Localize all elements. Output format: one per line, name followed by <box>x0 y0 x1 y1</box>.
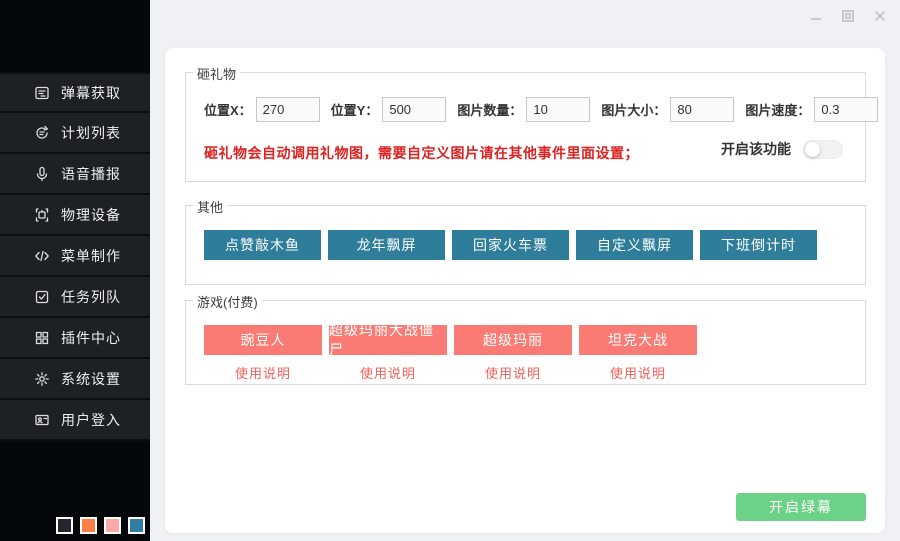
off-work-countdown-button[interactable]: 下班倒计时 <box>700 230 817 260</box>
danmaku-panel-icon <box>33 84 51 102</box>
gift-note-text: 砸礼物会自动调用礼物图，需要自定义图片请在其他事件里面设置； <box>204 143 639 163</box>
image-speed-label: 图片速度： <box>745 100 810 119</box>
theme-swatch-pink[interactable] <box>104 517 121 534</box>
image-count-field: 图片数量： <box>457 97 590 122</box>
main-area: 砸礼物 位置X： 位置Y： 图片数量： 图片大小： <box>150 0 900 541</box>
sidebar-item-label: 弹幕获取 <box>61 83 121 103</box>
green-screen-button[interactable]: 开启绿幕 <box>736 493 866 521</box>
window-controls <box>808 8 888 24</box>
sidebar-item-user-login[interactable]: 用户登入 <box>0 400 150 441</box>
task-checkbox-icon <box>33 288 51 306</box>
sidebar-item-plan-list[interactable]: 计划列表 <box>0 113 150 154</box>
image-size-field: 图片大小： <box>601 97 734 122</box>
sidebar-item-label: 任务列队 <box>61 287 121 307</box>
other-group: 其他 点赞敲木鱼 龙年飘屏 回家火车票 自定义飘屏 下班倒计时 <box>185 205 866 285</box>
theme-color-palette <box>56 517 145 534</box>
usage-help-link[interactable]: 使用说明 <box>360 363 416 382</box>
image-count-label: 图片数量： <box>457 100 522 119</box>
sidebar-menu: 弹幕获取 计划列表 语音播报 物理设备 菜单制作 <box>0 72 150 441</box>
games-buttons-row: 豌豆人 使用说明 超级玛丽大战僵尸 使用说明 超级玛丽 使用说明 坦克大战 使用… <box>204 325 704 382</box>
toggle-knob <box>805 142 820 157</box>
sidebar-item-label: 用户登入 <box>61 410 121 430</box>
usage-help-link[interactable]: 使用说明 <box>610 363 666 382</box>
position-y-field: 位置Y： <box>331 97 447 122</box>
image-count-input[interactable] <box>526 97 590 122</box>
enable-feature-row: 开启该功能 <box>721 139 843 159</box>
theme-swatch-dark[interactable] <box>56 517 73 534</box>
sidebar-item-label: 物理设备 <box>61 205 121 225</box>
position-y-label: 位置Y： <box>331 100 379 119</box>
sidebar-item-task-queue[interactable]: 任务列队 <box>0 277 150 318</box>
close-button[interactable] <box>872 8 888 24</box>
device-icon <box>33 206 51 224</box>
super-mario-game-button[interactable]: 超级玛丽 <box>454 325 572 355</box>
microphone-icon <box>33 165 51 183</box>
maximize-button[interactable] <box>840 8 856 24</box>
sidebar-item-voice-broadcast[interactable]: 语音播报 <box>0 154 150 195</box>
group-legend: 砸礼物 <box>193 64 240 83</box>
image-speed-input[interactable] <box>814 97 878 122</box>
mario-vs-zombies-game-button[interactable]: 超级玛丽大战僵尸 <box>329 325 447 355</box>
image-size-label: 图片大小： <box>601 100 666 119</box>
gear-icon <box>33 370 51 388</box>
gift-settings-row: 位置X： 位置Y： 图片数量： 图片大小： 图片速度： <box>204 97 855 122</box>
image-speed-field: 图片速度： <box>745 97 878 122</box>
usage-help-link[interactable]: 使用说明 <box>235 363 291 382</box>
dragon-year-float-button[interactable]: 龙年飘屏 <box>328 230 445 260</box>
theme-swatch-orange[interactable] <box>80 517 97 534</box>
position-x-field: 位置X： <box>204 97 320 122</box>
user-card-icon <box>33 411 51 429</box>
enable-feature-label: 开启该功能 <box>721 139 791 159</box>
sidebar-item-label: 系统设置 <box>61 369 121 389</box>
minimize-button[interactable] <box>808 8 824 24</box>
game-column: 坦克大战 使用说明 <box>579 325 697 382</box>
content-card: 砸礼物 位置X： 位置Y： 图片数量： 图片大小： <box>165 48 885 533</box>
sidebar-item-label: 语音播报 <box>61 164 121 184</box>
position-x-label: 位置X： <box>204 100 252 119</box>
sidebar-item-label: 菜单制作 <box>61 246 121 266</box>
position-x-input[interactable] <box>256 97 320 122</box>
code-icon <box>33 247 51 265</box>
tank-battle-game-button[interactable]: 坦克大战 <box>579 325 697 355</box>
game-column: 超级玛丽 使用说明 <box>454 325 572 382</box>
like-woodfish-button[interactable]: 点赞敲木鱼 <box>204 230 321 260</box>
theme-swatch-teal[interactable] <box>128 517 145 534</box>
sidebar-item-system-settings[interactable]: 系统设置 <box>0 359 150 400</box>
game-column: 超级玛丽大战僵尸 使用说明 <box>329 325 447 382</box>
games-paid-group: 游戏(付费) 豌豆人 使用说明 超级玛丽大战僵尸 使用说明 超级玛丽 使用说明 … <box>185 300 866 385</box>
custom-float-button[interactable]: 自定义飘屏 <box>576 230 693 260</box>
plugin-grid-icon <box>33 329 51 347</box>
sidebar-item-label: 插件中心 <box>61 328 121 348</box>
pea-man-game-button[interactable]: 豌豆人 <box>204 325 322 355</box>
game-column: 豌豆人 使用说明 <box>204 325 322 382</box>
sidebar-item-danmu-capture[interactable]: 弹幕获取 <box>0 72 150 113</box>
gift-smash-group: 砸礼物 位置X： 位置Y： 图片数量： 图片大小： <box>185 72 866 182</box>
plan-refresh-icon <box>33 124 51 142</box>
enable-feature-toggle[interactable] <box>803 140 843 159</box>
image-size-input[interactable] <box>670 97 734 122</box>
other-buttons-row: 点赞敲木鱼 龙年飘屏 回家火车票 自定义飘屏 下班倒计时 <box>204 230 817 260</box>
position-y-input[interactable] <box>382 97 446 122</box>
sidebar-item-menu-maker[interactable]: 菜单制作 <box>0 236 150 277</box>
home-train-ticket-button[interactable]: 回家火车票 <box>452 230 569 260</box>
usage-help-link[interactable]: 使用说明 <box>485 363 541 382</box>
sidebar-item-label: 计划列表 <box>61 123 121 143</box>
group-legend: 游戏(付费) <box>193 292 262 311</box>
sidebar-item-physical-device[interactable]: 物理设备 <box>0 195 150 236</box>
sidebar-item-plugin-center[interactable]: 插件中心 <box>0 318 150 359</box>
sidebar: 弹幕获取 计划列表 语音播报 物理设备 菜单制作 <box>0 0 150 541</box>
group-legend: 其他 <box>193 197 227 216</box>
